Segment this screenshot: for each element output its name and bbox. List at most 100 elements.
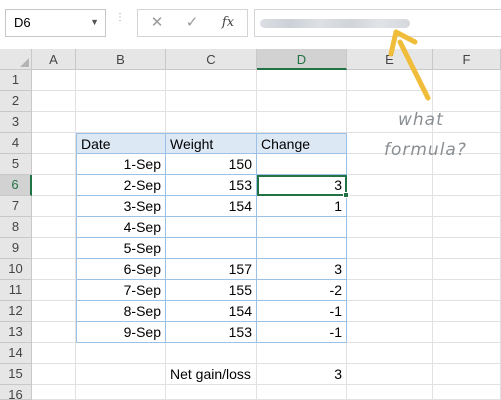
- select-all-corner[interactable]: [0, 49, 32, 70]
- date-cell[interactable]: 3-Sep: [76, 196, 166, 217]
- row-header-10[interactable]: 10: [0, 259, 32, 280]
- cancel-icon[interactable]: ✕: [147, 13, 167, 33]
- row-header-7[interactable]: 7: [0, 196, 32, 217]
- grid-cell[interactable]: [347, 238, 433, 259]
- change-cell[interactable]: [257, 217, 347, 238]
- row-header-4[interactable]: 4: [0, 133, 32, 154]
- grid-cell[interactable]: [257, 91, 347, 112]
- row-header-15[interactable]: 15: [0, 364, 32, 385]
- change-cell[interactable]: -2: [257, 280, 347, 301]
- grid-cell[interactable]: [32, 238, 76, 259]
- grid-cell[interactable]: [32, 343, 76, 364]
- grid-cell[interactable]: [32, 259, 76, 280]
- row-header-1[interactable]: 1: [0, 70, 32, 91]
- grid-cell[interactable]: [32, 217, 76, 238]
- date-cell[interactable]: 7-Sep: [76, 280, 166, 301]
- net-gain-value[interactable]: 3: [257, 364, 347, 385]
- row-header-8[interactable]: 8: [0, 217, 32, 238]
- date-cell[interactable]: 4-Sep: [76, 217, 166, 238]
- chevron-down-icon[interactable]: ▼: [90, 17, 99, 27]
- grid-cell[interactable]: [347, 385, 433, 400]
- row-header-2[interactable]: 2: [0, 91, 32, 112]
- grid-cell[interactable]: [347, 175, 433, 196]
- row-header-9[interactable]: 9: [0, 238, 32, 259]
- weight-cell[interactable]: [166, 217, 257, 238]
- insert-function-icon[interactable]: fx: [218, 13, 238, 33]
- grid-cell[interactable]: [433, 175, 501, 196]
- grid-cell[interactable]: [433, 217, 501, 238]
- column-header-a[interactable]: A: [32, 49, 76, 70]
- date-cell[interactable]: 9-Sep: [76, 322, 166, 343]
- grid-cell[interactable]: [166, 91, 257, 112]
- enter-icon[interactable]: ✓: [182, 13, 202, 33]
- date-cell[interactable]: 8-Sep: [76, 301, 166, 322]
- row-header-3[interactable]: 3: [0, 112, 32, 133]
- grid-cell[interactable]: [347, 343, 433, 364]
- row-header-13[interactable]: 13: [0, 322, 32, 343]
- grid-cell[interactable]: [433, 280, 501, 301]
- table-header-change[interactable]: Change: [257, 133, 347, 154]
- change-cell[interactable]: -1: [257, 301, 347, 322]
- grid-cell[interactable]: [433, 322, 501, 343]
- grid-cell[interactable]: [433, 385, 501, 400]
- weight-cell[interactable]: 154: [166, 301, 257, 322]
- name-box[interactable]: D6 ▼: [5, 9, 106, 37]
- column-header-d[interactable]: D: [257, 49, 347, 70]
- grid-cell[interactable]: [32, 154, 76, 175]
- date-cell[interactable]: 6-Sep: [76, 259, 166, 280]
- table-header-date[interactable]: Date: [76, 133, 166, 154]
- column-header-c[interactable]: C: [166, 49, 257, 70]
- date-cell[interactable]: 1-Sep: [76, 154, 166, 175]
- net-gain-label[interactable]: Net gain/loss: [166, 364, 257, 385]
- weight-cell[interactable]: 154: [166, 196, 257, 217]
- grid-cell[interactable]: [347, 322, 433, 343]
- grid-cell[interactable]: [433, 364, 501, 385]
- grid-cell[interactable]: [257, 385, 347, 400]
- column-header-b[interactable]: B: [76, 49, 166, 70]
- grid-cell[interactable]: [32, 322, 76, 343]
- weight-cell[interactable]: [166, 238, 257, 259]
- row-header-5[interactable]: 5: [0, 154, 32, 175]
- grid-cell[interactable]: [347, 301, 433, 322]
- row-header-12[interactable]: 12: [0, 301, 32, 322]
- active-cell-d6[interactable]: 3: [257, 175, 347, 196]
- grid-cell[interactable]: [76, 70, 166, 91]
- column-header-f[interactable]: F: [433, 49, 501, 70]
- grid-cell[interactable]: [433, 301, 501, 322]
- change-cell[interactable]: 3: [257, 259, 347, 280]
- grid-cell[interactable]: [257, 343, 347, 364]
- change-cell[interactable]: 1: [257, 196, 347, 217]
- grid-cell[interactable]: [347, 217, 433, 238]
- table-header-weight[interactable]: Weight: [166, 133, 257, 154]
- grid-cell[interactable]: [433, 259, 501, 280]
- weight-cell[interactable]: 150: [166, 154, 257, 175]
- fill-handle[interactable]: [343, 192, 349, 198]
- row-header-6[interactable]: 6: [0, 175, 32, 196]
- grid-cell[interactable]: [257, 70, 347, 91]
- grid-cell[interactable]: [433, 70, 501, 91]
- grid-cell[interactable]: [433, 196, 501, 217]
- grid-cell[interactable]: [257, 112, 347, 133]
- row-header-11[interactable]: 11: [0, 280, 32, 301]
- grid-cell[interactable]: [76, 364, 166, 385]
- grid-cell[interactable]: [433, 343, 501, 364]
- date-cell[interactable]: 5-Sep: [76, 238, 166, 259]
- grid-cell[interactable]: [433, 91, 501, 112]
- change-cell[interactable]: -1: [257, 322, 347, 343]
- row-header-16[interactable]: 16: [0, 385, 32, 400]
- grid-cell[interactable]: [32, 385, 76, 400]
- weight-cell[interactable]: 157: [166, 259, 257, 280]
- grid-cell[interactable]: [347, 259, 433, 280]
- grid-cell[interactable]: [76, 385, 166, 400]
- grid-cell[interactable]: [32, 91, 76, 112]
- grid-cell[interactable]: [32, 175, 76, 196]
- grid-cell[interactable]: [32, 133, 76, 154]
- grid-cell[interactable]: [32, 280, 76, 301]
- grid-cell[interactable]: [32, 364, 76, 385]
- grid-cell[interactable]: [166, 112, 257, 133]
- grid-cell[interactable]: [76, 343, 166, 364]
- weight-cell[interactable]: 155: [166, 280, 257, 301]
- weight-cell[interactable]: 153: [166, 322, 257, 343]
- grid-cell[interactable]: [76, 91, 166, 112]
- drag-handle-icon[interactable]: ⋮: [115, 13, 125, 23]
